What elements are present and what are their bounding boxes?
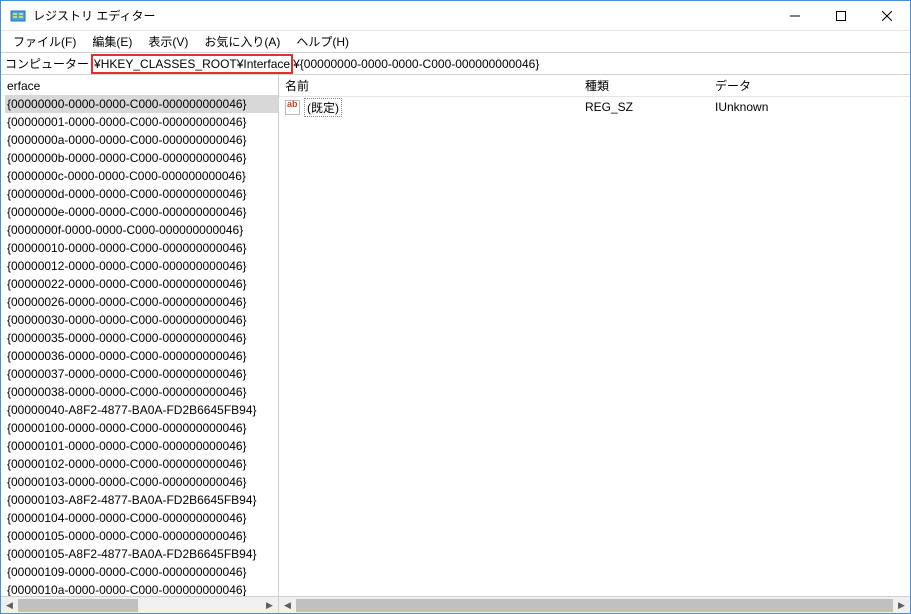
tree-item[interactable]: {00000101-0000-0000-C000-000000000046} [5, 437, 278, 455]
window: レジストリ エディター ファイル(F) 編集(E) 表示(V) お気に入り(A)… [0, 0, 911, 614]
tree-item[interactable]: {00000040-A8F2-4877-BA0A-FD2B6645FB94} [5, 401, 278, 419]
tree-h-scrollbar[interactable]: ◀ ▶ [1, 596, 278, 613]
column-name[interactable]: 名前 [279, 77, 579, 94]
tree-item[interactable]: {00000100-0000-0000-C000-000000000046} [5, 419, 278, 437]
tree-item[interactable]: {0000000a-0000-0000-C000-000000000046} [5, 131, 278, 149]
list-header: 名前 種類 データ [279, 75, 910, 97]
scroll-thumb[interactable] [18, 599, 138, 612]
window-controls [772, 1, 910, 30]
tree-item[interactable]: {0000000c-0000-0000-C000-000000000046} [5, 167, 278, 185]
app-icon [9, 7, 27, 25]
menu-edit[interactable]: 編集(E) [84, 31, 140, 52]
scroll-right-icon[interactable]: ▶ [893, 597, 910, 613]
tree-item[interactable]: {00000035-0000-0000-C000-000000000046} [5, 329, 278, 347]
tree-item[interactable]: {00000012-0000-0000-C000-000000000046} [5, 257, 278, 275]
tree-item[interactable]: {00000000-0000-0000-C000-000000000046} [5, 95, 278, 113]
tree-item[interactable]: {0000000b-0000-0000-C000-000000000046} [5, 149, 278, 167]
tree-root[interactable]: erface [5, 77, 278, 95]
tree-item[interactable]: {00000037-0000-0000-C000-000000000046} [5, 365, 278, 383]
scroll-left-icon[interactable]: ◀ [279, 597, 296, 613]
scroll-thumb[interactable] [296, 599, 893, 612]
list-pane: 名前 種類 データ (既定) REG_SZIUnknown ◀ ▶ [279, 75, 910, 613]
row-type-cell: REG_SZ [579, 100, 709, 114]
list-body[interactable]: (既定) REG_SZIUnknown [279, 97, 910, 596]
address-rest: ¥{00000000-0000-0000-C000-000000000046} [293, 57, 539, 71]
tree-item[interactable]: {00000102-0000-0000-C000-000000000046} [5, 455, 278, 473]
tree-item[interactable]: {00000103-A8F2-4877-BA0A-FD2B6645FB94} [5, 491, 278, 509]
close-button[interactable] [864, 1, 910, 30]
scroll-left-icon[interactable]: ◀ [1, 597, 18, 613]
menubar: ファイル(F) 編集(E) 表示(V) お気に入り(A) ヘルプ(H) [1, 31, 910, 53]
list-h-scrollbar[interactable]: ◀ ▶ [279, 596, 910, 613]
tree-item[interactable]: {00000105-0000-0000-C000-000000000046} [5, 527, 278, 545]
menu-help[interactable]: ヘルプ(H) [288, 31, 357, 52]
tree-item[interactable]: {00000001-0000-0000-C000-000000000046} [5, 113, 278, 131]
maximize-button[interactable] [818, 1, 864, 30]
tree-item[interactable]: {00000103-0000-0000-C000-000000000046} [5, 473, 278, 491]
tree-item[interactable]: {0000000e-0000-0000-C000-000000000046} [5, 203, 278, 221]
tree-item[interactable]: {00000022-0000-0000-C000-000000000046} [5, 275, 278, 293]
content-area: erface {00000000-0000-0000-C000-00000000… [1, 75, 910, 613]
window-title: レジストリ エディター [33, 7, 772, 24]
address-highlight: ¥HKEY_CLASSES_ROOT¥Interface [91, 54, 293, 74]
menu-favorites[interactable]: お気に入り(A) [196, 31, 288, 52]
tree-item[interactable]: {00000109-0000-0000-C000-000000000046} [5, 563, 278, 581]
row-name-cell: (既定) [279, 98, 579, 117]
tree-item[interactable]: {00000036-0000-0000-C000-000000000046} [5, 347, 278, 365]
row-data-cell: IUnknown [709, 100, 910, 114]
tree-item[interactable]: {00000038-0000-0000-C000-000000000046} [5, 383, 278, 401]
tree-item[interactable]: {00000026-0000-0000-C000-000000000046} [5, 293, 278, 311]
row-name-text: (既定) [304, 98, 342, 117]
address-bar[interactable]: コンピューター ¥HKEY_CLASSES_ROOT¥Interface ¥{0… [1, 53, 910, 75]
scroll-right-icon[interactable]: ▶ [261, 597, 278, 613]
string-value-icon [285, 100, 300, 115]
column-type[interactable]: 種類 [579, 77, 709, 94]
titlebar: レジストリ エディター [1, 1, 910, 31]
tree-item[interactable]: {00000030-0000-0000-C000-000000000046} [5, 311, 278, 329]
tree-item[interactable]: {00000105-A8F2-4877-BA0A-FD2B6645FB94} [5, 545, 278, 563]
address-label: コンピューター [5, 55, 89, 72]
minimize-button[interactable] [772, 1, 818, 30]
column-data[interactable]: データ [709, 77, 910, 94]
tree-item[interactable]: {00000010-0000-0000-C000-000000000046} [5, 239, 278, 257]
tree-pane: erface {00000000-0000-0000-C000-00000000… [1, 75, 279, 613]
tree-view[interactable]: erface {00000000-0000-0000-C000-00000000… [1, 75, 278, 596]
menu-file[interactable]: ファイル(F) [5, 31, 84, 52]
tree-item[interactable]: {0000000f-0000-0000-C000-000000000046} [5, 221, 278, 239]
menu-view[interactable]: 表示(V) [140, 31, 196, 52]
list-row[interactable]: (既定) REG_SZIUnknown [279, 97, 910, 117]
tree-item[interactable]: {0000010a-0000-0000-C000-000000000046} [5, 581, 278, 596]
tree-item[interactable]: {0000000d-0000-0000-C000-000000000046} [5, 185, 278, 203]
tree-item[interactable]: {00000104-0000-0000-C000-000000000046} [5, 509, 278, 527]
